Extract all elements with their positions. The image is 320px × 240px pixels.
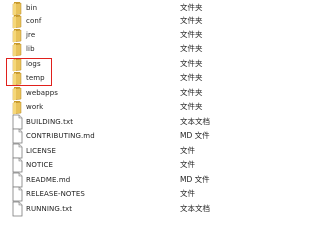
file-row-lib[interactable]: lib 文件夹	[0, 41, 230, 57]
highlight-box	[6, 58, 52, 86]
file-name: LICENSE	[26, 147, 57, 155]
file-name: work	[26, 103, 44, 111]
file-type: 文件夹	[180, 73, 203, 82]
document-icon	[10, 201, 24, 217]
file-type: MD 文件	[180, 175, 210, 184]
file-type: 文件	[180, 189, 195, 198]
folder-icon	[10, 41, 24, 57]
file-name: README.md	[26, 176, 71, 184]
file-type: 文件夹	[180, 30, 203, 39]
file-type: 文件夹	[180, 102, 203, 111]
file-type: 文件	[180, 160, 195, 169]
file-type: 文件夹	[180, 16, 203, 25]
file-type: MD 文件	[180, 131, 210, 140]
folder-icon	[10, 99, 24, 115]
file-name: conf	[26, 17, 42, 25]
file-name: jre	[26, 31, 36, 39]
document-icon	[10, 128, 24, 144]
document-icon	[10, 157, 24, 173]
file-row-work[interactable]: work 文件夹	[0, 99, 230, 115]
file-row-contributing-md[interactable]: CONTRIBUTING.md MD 文件	[0, 128, 230, 144]
file-type: 文件夹	[180, 59, 203, 68]
file-row-release-notes[interactable]: RELEASE-NOTES 文件	[0, 186, 230, 202]
file-type: 文件	[180, 146, 195, 155]
file-name: CONTRIBUTING.md	[26, 132, 95, 140]
document-icon	[10, 186, 24, 202]
file-name: RELEASE-NOTES	[26, 190, 85, 198]
file-name: RUNNING.txt	[26, 205, 73, 213]
file-type: 文本文档	[180, 117, 210, 126]
file-name: NOTICE	[26, 161, 53, 169]
file-name: webapps	[26, 89, 58, 97]
file-row-notice[interactable]: NOTICE 文件	[0, 157, 230, 173]
file-type: 文本文档	[180, 204, 210, 213]
file-name: lib	[26, 45, 35, 53]
file-type: 文件夹	[180, 44, 203, 53]
file-name: BUILDING.txt	[26, 118, 74, 126]
file-type: 文件夹	[180, 88, 203, 97]
file-row-running-txt[interactable]: RUNNING.txt 文本文档	[0, 201, 230, 217]
